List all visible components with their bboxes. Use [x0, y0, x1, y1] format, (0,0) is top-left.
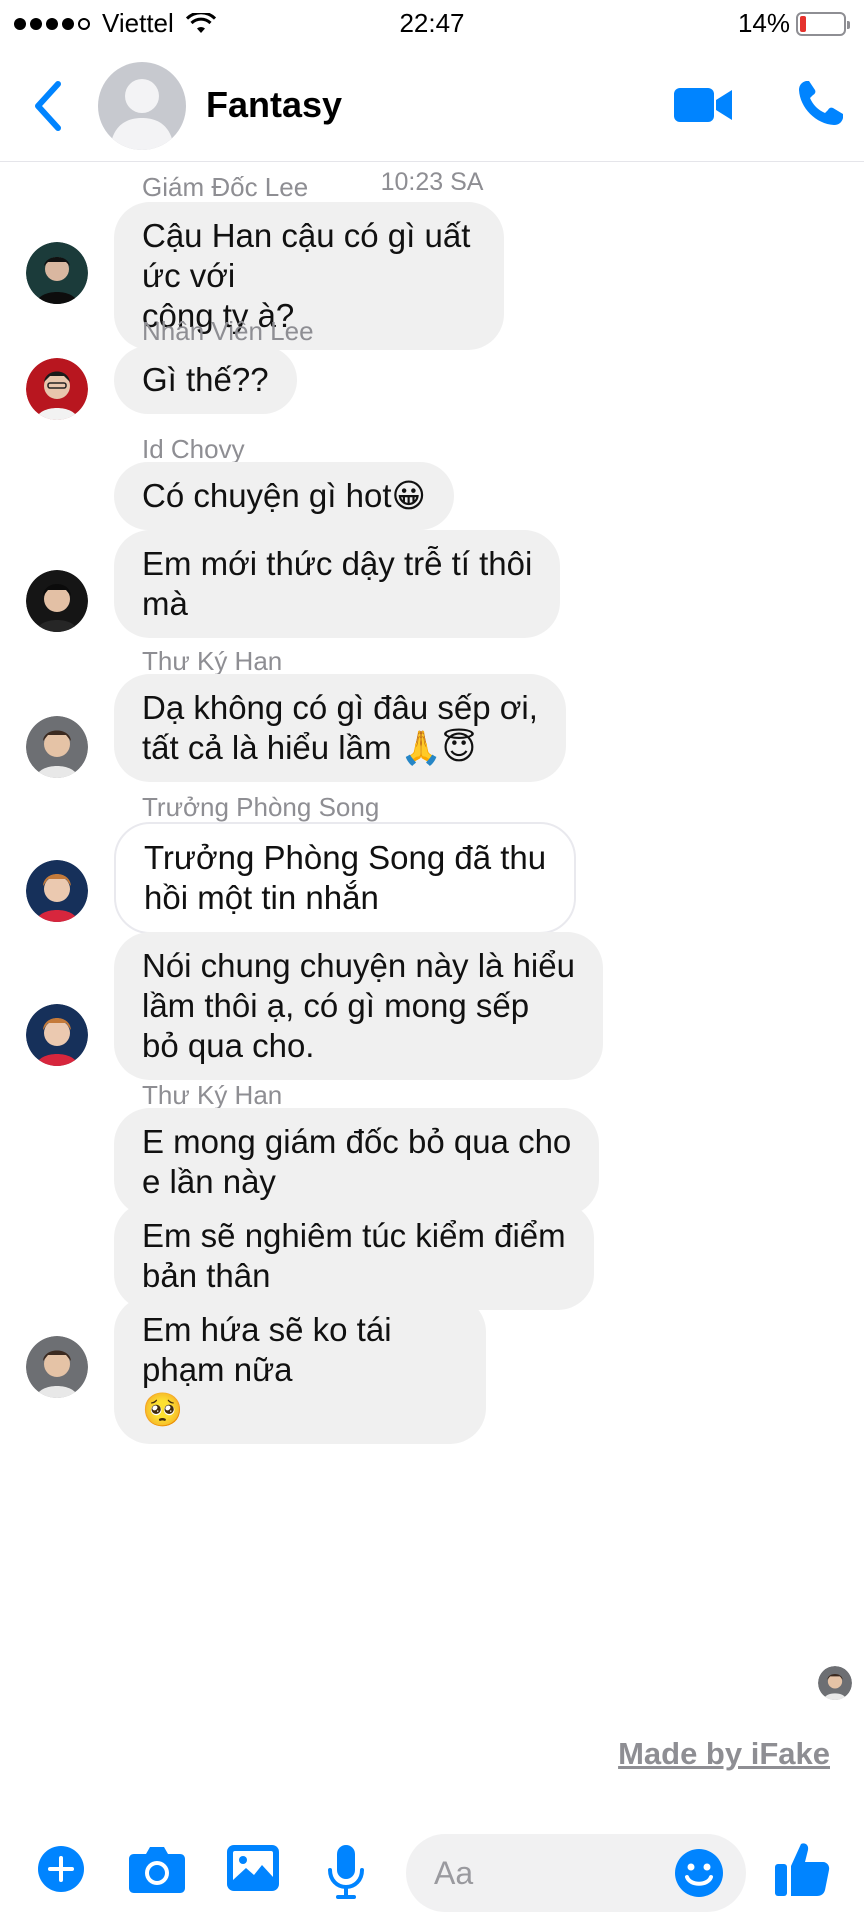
sender-name: Id Chovy — [142, 434, 245, 464]
message-bubble[interactable]: Em hứa sẽ ko tái phạm nữa 🥺 — [114, 1296, 486, 1444]
camera-icon[interactable] — [128, 1844, 186, 1894]
avatar[interactable] — [26, 716, 88, 778]
unsent-message-notice[interactable]: Trưởng Phòng Song đã thu hồi một tin nhắ… — [114, 822, 577, 934]
read-receipt-avatar — [818, 1666, 852, 1700]
chat-header: Fantasy — [0, 52, 864, 162]
video-camera-icon[interactable] — [672, 82, 734, 128]
message-bubble[interactable]: Gì thế?? — [114, 346, 297, 414]
sender-name: Trưởng Phòng Song — [142, 792, 380, 822]
message-line: Em sẽ nghiêm túc kiểm điểm — [142, 1217, 566, 1254]
avatar[interactable] — [26, 860, 88, 922]
message-line: Cậu Han cậu có gì uất ức với — [142, 217, 471, 294]
chevron-left-icon[interactable] — [28, 78, 68, 134]
avatar[interactable] — [26, 1004, 88, 1066]
message-line: Có chuyện gì hot — [142, 477, 392, 514]
sender-name: Nhân Viên Lee — [142, 316, 314, 346]
message-line: bỏ qua cho. — [142, 1027, 315, 1064]
message-line: Gì thế?? — [142, 361, 269, 398]
battery-icon — [796, 11, 850, 36]
message-line: E mong giám đốc bỏ qua cho — [142, 1123, 572, 1160]
avatar[interactable] — [26, 1336, 88, 1398]
sender-name: Giám Đốc Lee — [142, 172, 309, 202]
sender-name: Thư Ký Han — [142, 1080, 283, 1110]
clock: 22:47 — [399, 8, 465, 38]
avatar[interactable] — [26, 358, 88, 420]
message-bubble[interactable]: E mong giám đốc bỏ qua cho e lần này — [114, 1108, 600, 1216]
message-input[interactable] — [434, 1852, 654, 1894]
message-input-container[interactable] — [406, 1834, 746, 1912]
image-icon[interactable] — [226, 1844, 280, 1892]
message-line: tất cả là hiểu lầm — [142, 729, 401, 766]
message-bubble[interactable]: Em mới thức dậy trễ tí thôi mà — [114, 530, 561, 638]
battery-percent: 14% — [737, 8, 790, 38]
message-line: hồi một tin nhắn — [144, 879, 379, 916]
watermark-link[interactable]: Made by iFake — [618, 1736, 830, 1772]
sender-name: Thư Ký Han — [142, 646, 283, 676]
group-avatar[interactable] — [98, 62, 186, 150]
status-bar: Viettel 22:47 14% — [0, 0, 864, 48]
message-line: lầm thôi ạ, có gì mong sếp — [142, 987, 530, 1024]
person-icon — [110, 79, 174, 150]
phone-icon[interactable] — [796, 78, 844, 128]
message-line: Nói chung chuyện này là hiểu — [142, 947, 575, 984]
emoji-icon[interactable] — [674, 1848, 724, 1898]
message-line: Em hứa sẽ ko tái phạm nữa — [142, 1311, 392, 1388]
grinning-face-icon: 😀 — [391, 476, 426, 515]
pleading-face-icon: 🥺 — [142, 1390, 184, 1429]
conversation-title[interactable]: Fantasy — [206, 84, 342, 126]
message-bubble[interactable]: Em sẽ nghiêm túc kiểm điểm bản thân — [114, 1202, 594, 1310]
plus-icon[interactable] — [36, 1844, 86, 1894]
microphone-icon[interactable] — [326, 1844, 366, 1900]
message-line: Em mới thức dậy trễ tí thôi — [142, 545, 533, 582]
halo-face-icon: 😇 — [441, 728, 477, 767]
thumbs-up-icon[interactable] — [774, 1840, 830, 1898]
battery-level — [800, 15, 806, 32]
message-bubble[interactable]: Nói chung chuyện này là hiểu lầm thôi ạ,… — [114, 932, 603, 1080]
timestamp-divider: 10:23 SA — [380, 168, 484, 196]
avatar[interactable] — [26, 242, 88, 304]
message-line: e lần này — [142, 1163, 276, 1200]
message-line: bản thân — [142, 1257, 271, 1294]
status-right: 14% — [737, 8, 850, 39]
message-composer — [0, 1826, 864, 1920]
avatar[interactable] — [26, 570, 88, 632]
message-line: Dạ không có gì đâu sếp ơi, — [142, 689, 538, 726]
folded-hands-icon: 🙏 — [400, 728, 442, 767]
message-bubble[interactable]: Dạ không có gì đâu sếp ơi, tất cả là hiể… — [114, 674, 566, 782]
message-line: mà — [142, 585, 188, 622]
message-bubble[interactable]: Có chuyện gì hot😀 — [114, 462, 454, 530]
message-line: Trưởng Phòng Song đã thu — [144, 839, 547, 876]
